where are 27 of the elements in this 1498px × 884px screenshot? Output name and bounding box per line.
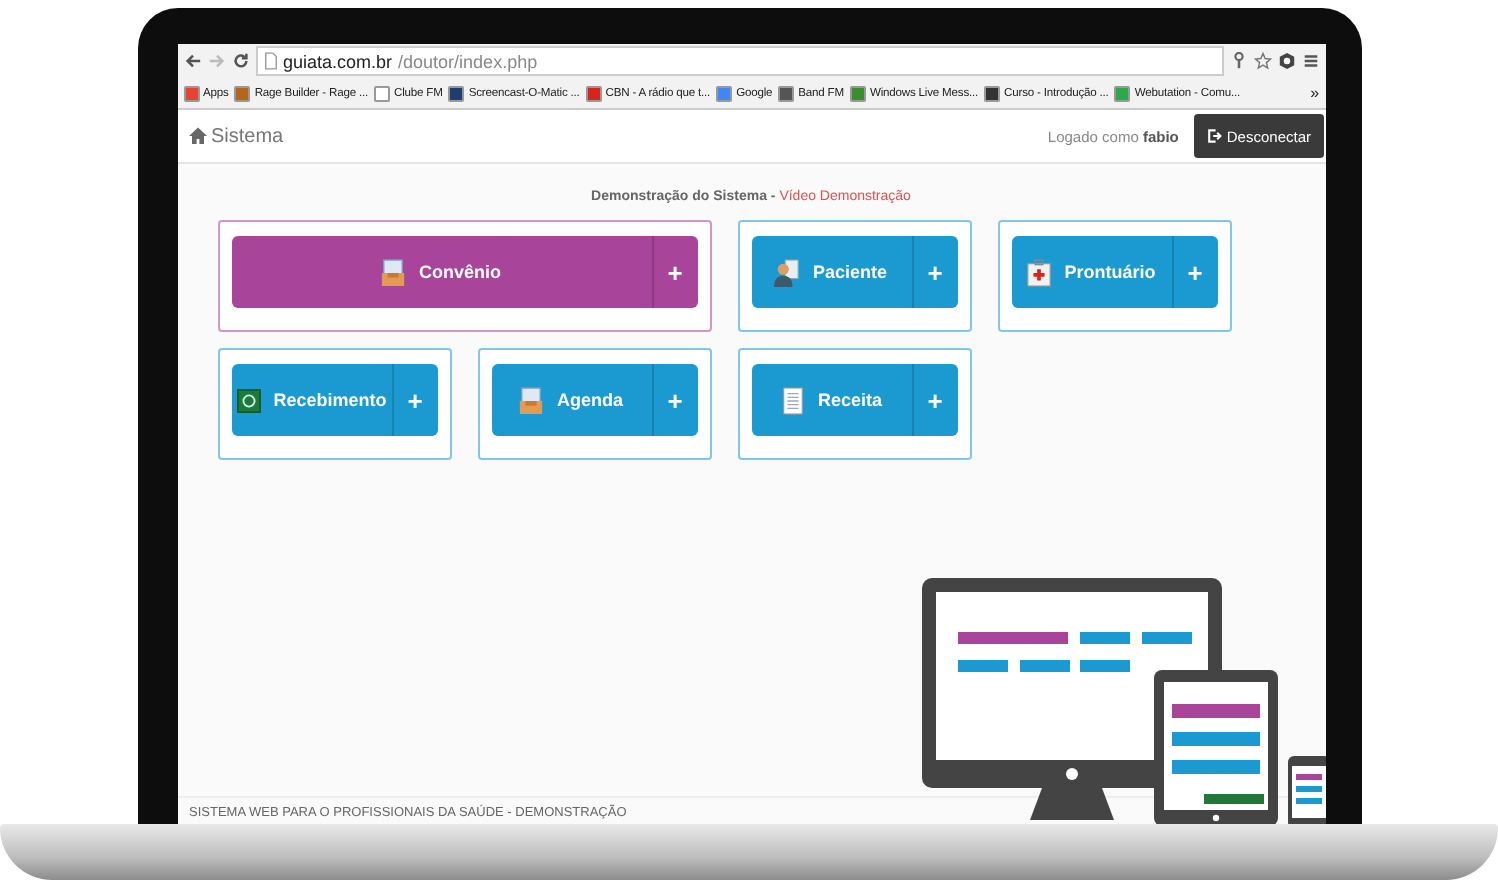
home-icon [187,126,207,146]
logout-icon [1206,128,1223,144]
medical-kit-icon [1026,257,1053,287]
add-button[interactable]: + [1171,236,1217,308]
module-button[interactable]: Convênio [231,236,651,308]
extension-icon[interactable] [1277,52,1295,70]
add-button[interactable]: + [911,236,957,308]
inbox-icon [518,385,545,415]
module-button[interactable]: Prontuário [1011,236,1171,308]
menu-icon[interactable] [1301,52,1319,70]
reload-icon[interactable] [231,52,249,70]
person-icon [774,257,801,287]
back-icon[interactable] [183,52,201,70]
add-button[interactable]: + [911,364,957,436]
add-button[interactable]: + [651,236,697,308]
module-button[interactable]: Agenda [491,364,651,436]
module-button[interactable]: Recebimento [231,364,391,436]
add-button[interactable]: + [391,364,437,436]
address-bar[interactable]: guiata.com.br /doutor/index.php [255,46,1223,76]
module-button[interactable]: Receita [751,364,911,436]
module-button[interactable]: Paciente [751,236,911,308]
inbox-icon [380,257,407,287]
document-icon [779,385,806,415]
add-button[interactable]: + [651,364,697,436]
bookmarks-overflow[interactable]: » [1310,84,1319,102]
star-icon[interactable] [1253,52,1271,70]
brand-link[interactable]: Sistema [211,125,284,147]
